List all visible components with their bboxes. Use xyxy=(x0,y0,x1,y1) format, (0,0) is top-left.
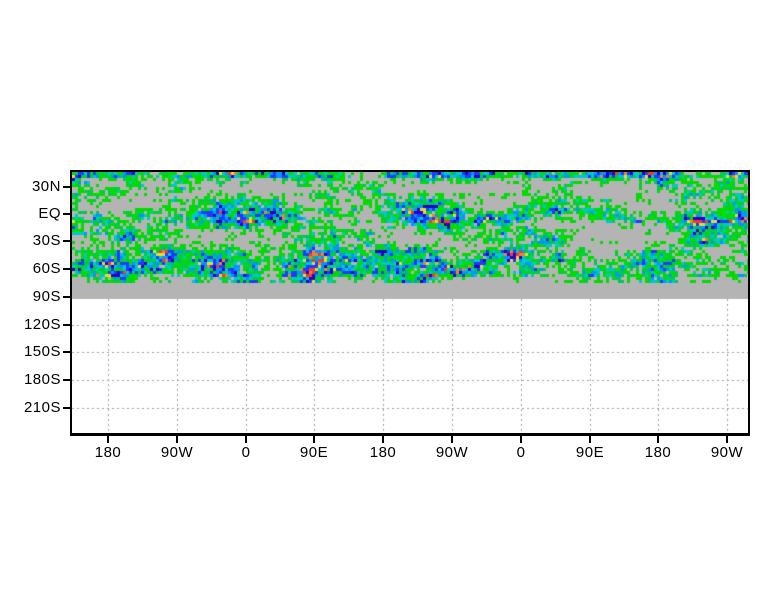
y-tick-label-210S: 210S xyxy=(23,399,61,416)
y-tick-mark xyxy=(63,407,70,409)
x-tick-label-90W: 90W xyxy=(435,444,469,461)
x-tick-label-90E: 90E xyxy=(299,444,329,461)
x-tick-mark xyxy=(726,436,728,443)
x-tick-label-180: 180 xyxy=(644,444,672,461)
y-tick-label-EQ: EQ xyxy=(38,205,61,222)
x-tick-label-90W: 90W xyxy=(160,444,194,461)
y-tick-label-60S: 60S xyxy=(32,260,61,277)
x-tick-mark xyxy=(245,436,247,443)
x-tick-mark xyxy=(657,436,659,443)
x-tick-mark xyxy=(520,436,522,443)
x-tick-mark xyxy=(176,436,178,443)
y-tick-mark xyxy=(63,240,70,242)
x-tick-label-90W: 90W xyxy=(710,444,744,461)
x-tick-label-0: 0 xyxy=(516,444,526,461)
y-tick-label-150S: 150S xyxy=(23,343,61,360)
x-tick-mark xyxy=(107,436,109,443)
x-tick-label-0: 0 xyxy=(241,444,251,461)
y-tick-mark xyxy=(63,296,70,298)
y-tick-label-120S: 120S xyxy=(23,316,61,333)
x-tick-mark xyxy=(382,436,384,443)
x-tick-mark xyxy=(589,436,591,443)
x-tick-label-180: 180 xyxy=(369,444,397,461)
y-tick-mark xyxy=(63,379,70,381)
y-tick-mark xyxy=(63,213,70,215)
y-tick-label-180S: 180S xyxy=(23,371,61,388)
y-tick-mark xyxy=(63,324,70,326)
x-tick-mark xyxy=(451,436,453,443)
x-tick-mark xyxy=(313,436,315,443)
y-tick-mark xyxy=(63,268,70,270)
y-tick-label-30N: 30N xyxy=(31,178,61,195)
x-tick-label-180: 180 xyxy=(94,444,122,461)
x-tick-label-90E: 90E xyxy=(575,444,605,461)
plot-frame xyxy=(70,170,750,436)
y-tick-mark xyxy=(63,351,70,353)
y-tick-label-30S: 30S xyxy=(32,232,61,249)
grads-plot-page: 30N EQ 30S 60S 90S 120S 150S 180S 210S 180 90W 0 90… xyxy=(0,0,784,612)
y-tick-label-90S: 90S xyxy=(32,288,61,305)
y-tick-mark xyxy=(63,186,70,188)
